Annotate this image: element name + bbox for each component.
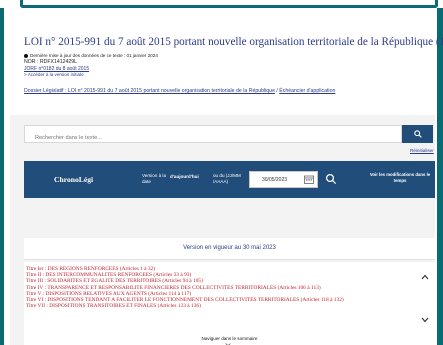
spacer [24, 199, 435, 238]
initial-version-label: Accéder à la version initiale [27, 72, 84, 77]
search-icon [413, 130, 422, 138]
scroll-up-chevron-icon[interactable] [421, 274, 429, 280]
window-left-frame [0, 8, 4, 345]
last-update-text: Dernière mise à jour des données de ce t… [30, 53, 158, 58]
page-title: LOI n° 2015-991 du 7 août 2015 portant n… [24, 36, 443, 48]
chronolegi-bar: ChronoLégi Version à la date d'aujourd'h… [24, 161, 435, 198]
frame-accent [20, 0, 438, 8]
navigate-summary-button[interactable]: Naviguer dans le sommaire [24, 336, 435, 341]
date-search-icon[interactable] [325, 173, 337, 185]
dossier-line: Dossier Législatif : LOI n° 2015-991 du … [24, 88, 335, 94]
info-icon [24, 53, 28, 58]
calendar-icon[interactable] [304, 175, 314, 184]
initial-version-link[interactable]: > Accéder à la version initiale [24, 72, 84, 77]
version-banner-text: Version en vigueur au 30 mai 2023 [183, 245, 276, 251]
toc-item[interactable]: Titre VII : DISPOSITIONS TRANSITOIRES ET… [26, 303, 421, 309]
date-value: 30/05/2023 [262, 176, 288, 183]
version-banner: Version en vigueur au 30 mai 2023 [24, 238, 435, 260]
toc-list: Titre Ier : DES REGIONS RENFORCEES (Arti… [26, 266, 421, 309]
see-modifications-button[interactable]: Voir les modifications dans le temps [369, 172, 431, 184]
search-input[interactable] [25, 130, 401, 146]
nor-line: NOR : RDFX1412429L [24, 59, 78, 65]
window-right-frame [437, 8, 443, 345]
dossier-legislatif-link[interactable]: Dossier Législatif : LOI n° 2015-991 du … [24, 88, 275, 94]
search-field[interactable] [24, 125, 402, 146]
table-of-contents: Titre Ier : DES REGIONS RENFORCEES (Arti… [24, 262, 435, 345]
version-date-label: Version à la date [142, 173, 167, 184]
page-content: LOI n° 2015-991 du 7 août 2015 portant n… [10, 22, 443, 345]
scroll-down-chevron-icon[interactable] [421, 317, 429, 323]
search-button[interactable] [402, 125, 433, 143]
echeancier-link[interactable]: Échéancier d'application [279, 88, 335, 94]
reset-link[interactable]: Réinitialiser [410, 148, 434, 153]
date-field[interactable]: 30/05/2023 [249, 171, 318, 188]
last-update-line: Dernière mise à jour des données de ce t… [24, 53, 158, 58]
today-button[interactable]: d'aujourd'hui [170, 174, 199, 179]
date-format-label: ou du (JJ/MM /AAAA) [213, 173, 241, 184]
chronolegi-brand: ChronoLégi [54, 175, 94, 184]
window-top-frame [0, 0, 443, 18]
text-header-card: LOI n° 2015-991 du 7 août 2015 portant n… [10, 22, 443, 115]
